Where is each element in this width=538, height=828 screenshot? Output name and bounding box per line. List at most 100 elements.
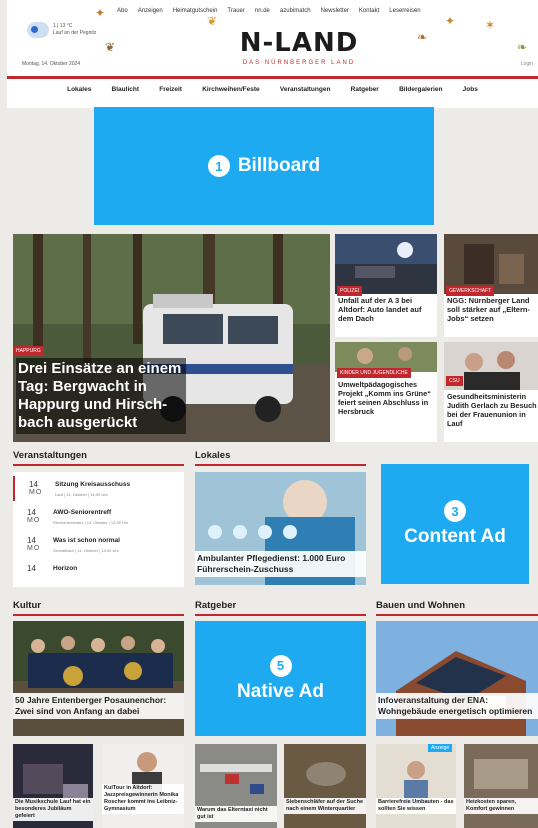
- event-meta: Lauf | 14. Oktober | 14:00 Uhr: [55, 492, 108, 497]
- section-divider: [13, 464, 184, 466]
- content-ad[interactable]: 3 Content Ad: [381, 464, 529, 584]
- logo-subtitle: DAS NÜRNBERGER LAND: [242, 60, 356, 66]
- leaf-decoration: ✶: [485, 18, 496, 32]
- leaf-decoration: ❦: [207, 14, 218, 28]
- nav-item-veranstaltungen[interactable]: Veranstaltungen: [280, 86, 331, 93]
- list-item[interactable]: Die Musikschule Lauf hat ein besonderes …: [13, 744, 93, 828]
- list-item[interactable]: 14 MO Sitzung Kreisausschuss Lauf | 14. …: [13, 476, 184, 501]
- site-header: Abo Anzeigen Heimatgutschein Trauer nn.d…: [7, 0, 538, 108]
- event-meta: Schnaittach | 14. Oktober | 14:00 Uhr: [53, 548, 119, 553]
- list-item[interactable]: Warum das Elterntaxi nicht gut ist: [195, 744, 277, 828]
- nav-item-lokales[interactable]: Lokales: [67, 86, 91, 93]
- article-image: [464, 744, 538, 828]
- nav-item-kirchweihen[interactable]: Kirchweihen/Feste: [202, 86, 259, 93]
- ad-label: Billboard: [237, 155, 321, 176]
- event-title: Horizon: [53, 565, 78, 572]
- top-links: Abo Anzeigen Heimatgutschein Trauer nn.d…: [117, 8, 421, 14]
- list-item[interactable]: Anzeige Barrierefreie Umbau­ten - das so…: [376, 744, 456, 828]
- section-head-ratgeber[interactable]: Ratgeber: [195, 600, 236, 611]
- nav-item-blaulicht[interactable]: Blaulicht: [112, 86, 139, 93]
- top-link-nnde[interactable]: nn.de: [255, 8, 270, 14]
- nav-item-bildergalerien[interactable]: Bildergalerien: [399, 86, 442, 93]
- teaser-image: [335, 234, 437, 294]
- kultur-teaser[interactable]: 50 Jahre Entenberger Posaunen­chor: Zwei…: [13, 621, 184, 736]
- top-link-newsletter[interactable]: Newsletter: [321, 8, 349, 14]
- teaser-title: Unfall auf der A 3 bei Altdorf: Auto lan…: [338, 296, 422, 323]
- site-logo[interactable]: N-LAND DAS NÜRNBERGER LAND: [229, 28, 369, 66]
- teaser-card[interactable]: KINDER UND JUGENDLICHE Umweltpädagogi­sc…: [335, 342, 437, 442]
- section-head-veranstaltungen[interactable]: Veranstaltungen: [13, 450, 87, 461]
- event-title: Was ist schon normal: [53, 537, 120, 544]
- article-title: Die Musikschule Lauf hat ein besonderes …: [13, 798, 93, 821]
- top-link-kontakt[interactable]: Kontakt: [359, 8, 379, 14]
- ad-number-badge: 1: [207, 155, 230, 177]
- ad-number-badge: 3: [444, 500, 466, 522]
- event-month: MO: [27, 517, 41, 524]
- teaser-image: [444, 234, 538, 294]
- nav-item-freizeit[interactable]: Freizeit: [159, 86, 182, 93]
- hero-title: Drei Einsätze an einem Tag: Bergwacht in…: [16, 358, 186, 434]
- weather-icon: [27, 22, 49, 38]
- event-title: AWO-Seniorentreff: [53, 509, 112, 516]
- section-head-kultur[interactable]: Kultur: [13, 600, 41, 611]
- ad-badge: Anzeige: [428, 744, 453, 752]
- hero-teaser[interactable]: HAPPURG Drei Einsätze an einem Tag: Berg…: [13, 234, 330, 442]
- list-item[interactable]: 14 Horizon: [13, 560, 184, 585]
- nav-item-jobs[interactable]: Jobs: [463, 86, 478, 93]
- leaf-decoration: ✦: [445, 14, 456, 28]
- weather-widget[interactable]: 1 | 13 °C Lauf an der Pegnitz: [27, 22, 96, 38]
- list-item[interactable]: 14 MO Was ist schon normal Schnaittach |…: [13, 532, 184, 557]
- bauen-teaser[interactable]: Infoveranstaltung der ENA: Wohngebäude e…: [376, 621, 538, 736]
- weather-location: Lauf an der Pegnitz: [53, 30, 97, 36]
- billboard-ad[interactable]: 1 Billboard: [94, 107, 434, 225]
- top-link-leserreisen[interactable]: Leserreisen: [389, 8, 420, 14]
- ad-label: Native Ad: [237, 680, 324, 702]
- article-title: Siebenschläfer auf der Suche nach einem …: [284, 798, 366, 814]
- top-link-anzeigen[interactable]: Anzeigen: [138, 8, 163, 14]
- section-divider: [195, 464, 366, 466]
- list-item[interactable]: Heizkosten sparen, Komfort gewinnen: [464, 744, 538, 828]
- ad-number-badge: 5: [269, 654, 292, 677]
- list-item[interactable]: Siebenschläfer auf der Suche nach einem …: [284, 744, 366, 828]
- teaser-tag: CSU: [446, 376, 463, 386]
- header-divider: [7, 76, 538, 79]
- logo-text: N-LAND: [239, 28, 359, 58]
- leaf-decoration: ❧: [517, 40, 528, 54]
- bauen-title: Infoveranstaltung der ENA: Wohngebäude e…: [376, 693, 538, 719]
- event-day: 14: [27, 508, 36, 517]
- leaf-decoration: ❧: [417, 30, 428, 44]
- teaser-card[interactable]: GEWERKSCHAFT NGG: Nürnberger Land soll s…: [444, 234, 538, 337]
- teaser-tag: KINDER UND JUGENDLICHE: [337, 368, 411, 378]
- article-title: KulTour in Altdorf: Jazzpreisgewinnerin …: [102, 784, 184, 814]
- teaser-card[interactable]: CSU Gesundheitsministe­rin Judith Gerlac…: [444, 342, 538, 442]
- hero-tag: HAPPURG: [13, 346, 44, 356]
- top-link-abo[interactable]: Abo: [117, 8, 128, 14]
- login-link[interactable]: Login: [521, 61, 533, 67]
- event-title: Sitzung Kreisausschuss: [55, 481, 131, 488]
- teaser-tag: GEWERKSCHAFT: [446, 286, 495, 296]
- teaser-tag: POLIZEI: [337, 286, 363, 296]
- section-head-lokales[interactable]: Lokales: [195, 450, 230, 461]
- main-nav: Lokales Blaulicht Freizeit Kirchweihen/F…: [7, 80, 538, 98]
- weather-temp: 1 | 13 °C: [53, 23, 73, 29]
- events-list: 14 MO Sitzung Kreisausschuss Lauf | 14. …: [13, 472, 184, 587]
- section-head-bauen-und-wohnen[interactable]: Bauen und Wohnen: [376, 600, 465, 611]
- lokales-teaser[interactable]: Ambulanter Pflegedienst: 1.000 Euro Führ…: [195, 472, 366, 585]
- event-day: 14: [27, 564, 36, 573]
- list-item[interactable]: 14 MO AWO-Seniorentreff Reichenschwand |…: [13, 504, 184, 529]
- ad-label: Content Ad: [404, 526, 506, 547]
- top-link-azubimatch[interactable]: azubimatch: [280, 8, 311, 14]
- current-date: Montag, 14. Oktober 2024: [22, 61, 81, 67]
- teaser-title: Umweltpädagogi­sches Projekt „Komm ins G…: [338, 380, 431, 416]
- top-link-trauer[interactable]: Trauer: [227, 8, 244, 14]
- teaser-card[interactable]: POLIZEI Unfall auf der A 3 bei Altdorf: …: [335, 234, 437, 337]
- leaf-decoration: ❦: [105, 40, 116, 54]
- section-divider: [13, 614, 184, 616]
- native-ad[interactable]: 5 Native Ad: [195, 621, 366, 736]
- leaf-decoration: ✦: [95, 6, 106, 20]
- event-month: MO: [27, 545, 41, 552]
- event-day: 14: [27, 536, 36, 545]
- nav-item-ratgeber[interactable]: Ratgeber: [351, 86, 379, 93]
- section-divider: [376, 614, 538, 616]
- list-item[interactable]: KulTour in Altdorf: Jazzpreisgewinnerin …: [102, 744, 184, 828]
